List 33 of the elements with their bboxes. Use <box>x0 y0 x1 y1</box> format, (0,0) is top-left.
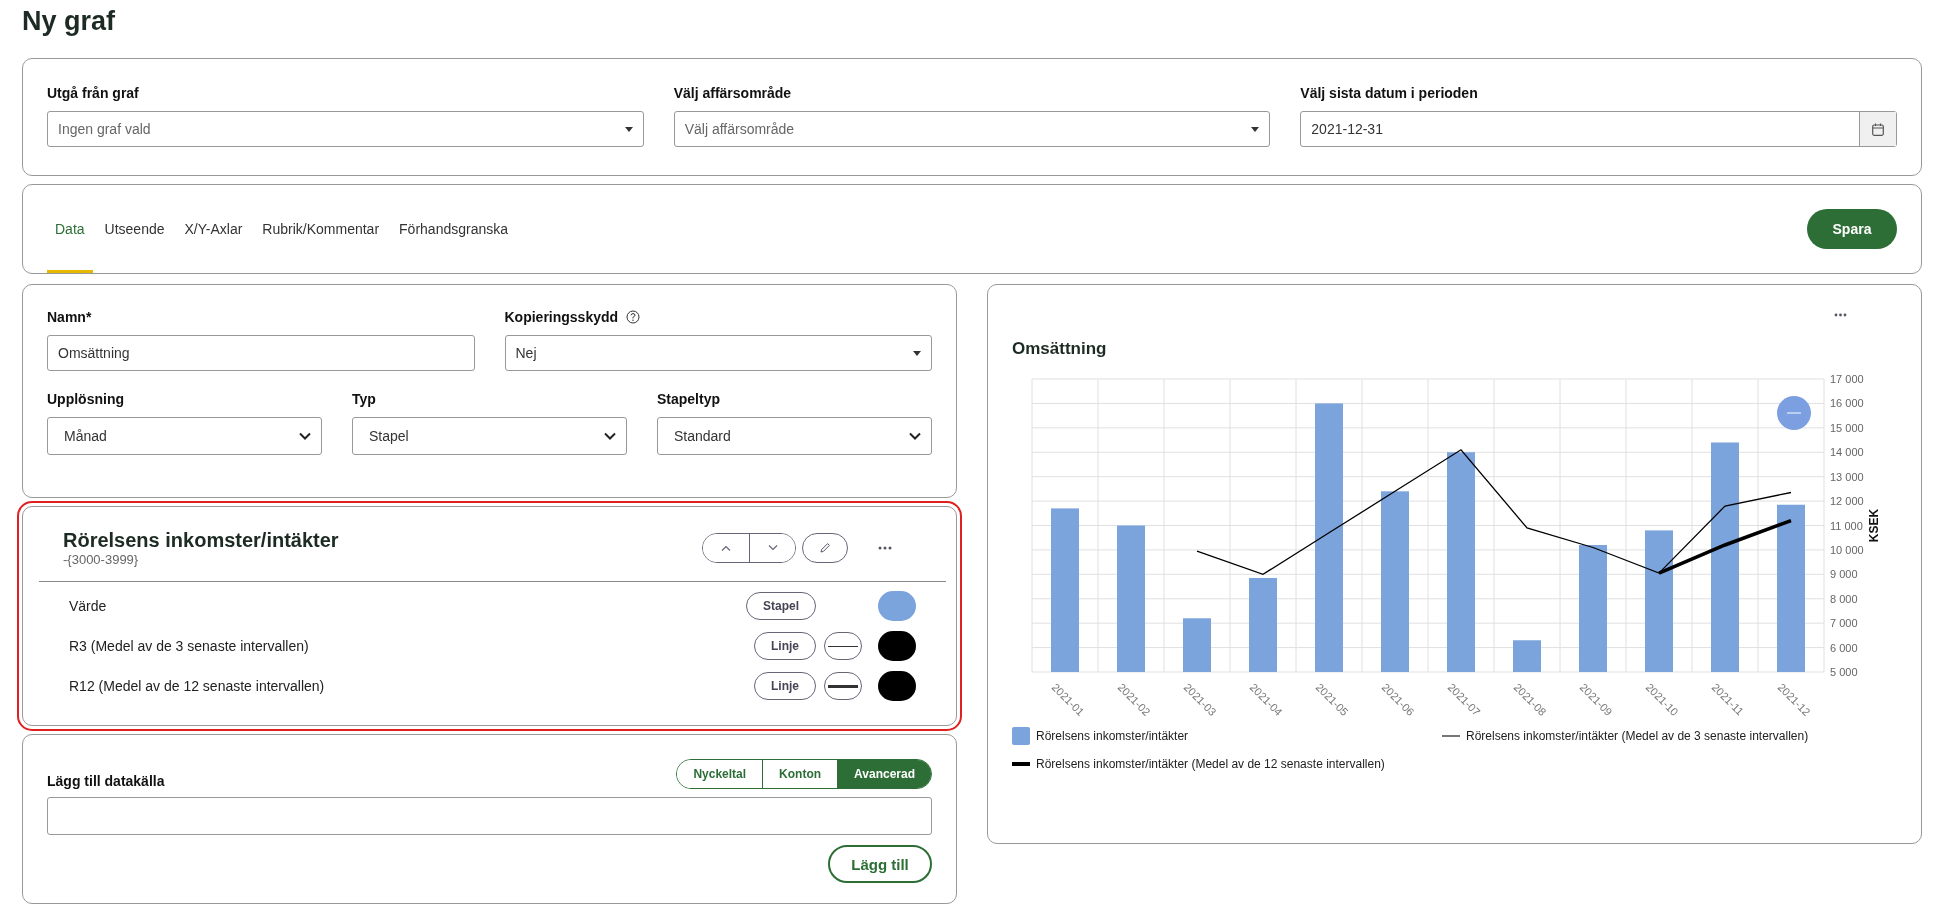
field-label: Lägg till datakälla <box>47 773 165 789</box>
field-label: Stapeltyp <box>657 391 721 407</box>
y-tick-label: 9 000 <box>1830 568 1858 581</box>
account-range: -{3000-3999} <box>63 552 140 567</box>
y-tick-label: 14 000 <box>1830 446 1864 459</box>
legend-label: Rörelsens inkomster/intäkter (Medel av de 3 senaste intervallen) <box>1466 729 1809 743</box>
series-row-label: Värde <box>69 598 108 614</box>
field-label: Namn* <box>47 309 93 325</box>
field-label: Välj affärsområde <box>673 85 793 101</box>
y-tick-label: 13 000 <box>1830 470 1864 483</box>
field-label: Utgå från graf <box>47 85 140 101</box>
y-tick-label: 5 000 <box>1830 666 1858 678</box>
y-tick-label: 6 000 <box>1830 641 1858 654</box>
series-row-label: R3 (Medel av de 3 senaste intervallen) <box>69 638 310 654</box>
y-tick-label: 10 000 <box>1830 543 1864 556</box>
chart-title: Omsättning <box>1012 339 1108 359</box>
field-label: Typ <box>352 391 377 407</box>
page-title: Ny graf <box>22 5 117 38</box>
y-tick-label: 17 000 <box>1830 373 1864 385</box>
series-row-label: R12 (Medel av de 12 senaste intervallen) <box>69 678 326 694</box>
y-tick-label: 7 000 <box>1830 617 1858 630</box>
y-tick-label: 15 000 <box>1830 421 1864 434</box>
y-axis-title: KSEK <box>1867 508 1881 543</box>
field-label: Kopieringsskydd <box>504 309 619 325</box>
legend-label: Rörelsens inkomster/intäkter <box>1036 729 1189 743</box>
y-tick-label: 11 000 <box>1830 519 1863 532</box>
y-tick-label: 16 000 <box>1830 397 1864 410</box>
field-label: Välj sista datum i perioden <box>1300 85 1479 101</box>
y-tick-label: 12 000 <box>1830 495 1864 508</box>
field-label: Upplösning <box>47 391 125 407</box>
y-tick-label: 8 000 <box>1830 592 1858 605</box>
legend-label: Rörelsens inkomster/intäkter (Medel av de 12 senaste intervallen) <box>1036 757 1385 771</box>
series-title: Rörelsens inkomster/intäkter <box>63 529 339 552</box>
